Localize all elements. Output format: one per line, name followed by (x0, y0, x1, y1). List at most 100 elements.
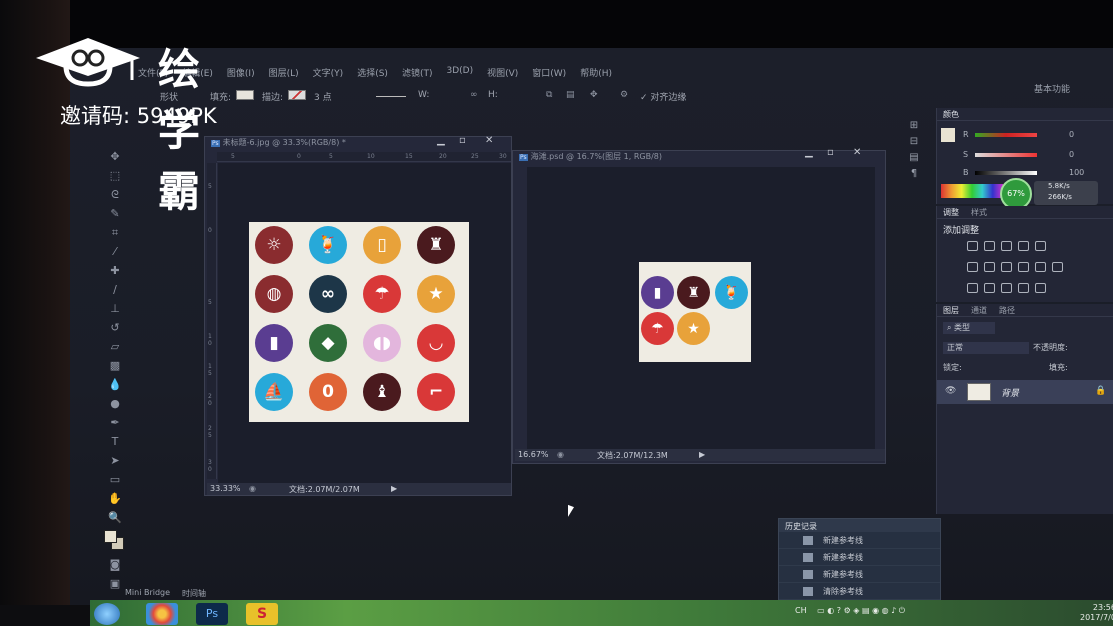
path-arrange-icon[interactable]: ✥ (590, 90, 598, 100)
quick-mask-icon[interactable]: ◙ (108, 558, 122, 572)
close-button-2[interactable]: ✕ (853, 147, 861, 158)
menu-3d[interactable]: 3D(D) (446, 66, 473, 82)
eraser-tool-icon[interactable]: ▱ (108, 340, 122, 354)
ime-indicator[interactable]: CH (795, 606, 807, 615)
history-item[interactable]: 新建参考线 (779, 532, 940, 549)
layer-row-background[interactable]: 👁 背景 🔒 (937, 380, 1113, 404)
crop-tool-icon[interactable]: ⌗ (108, 226, 122, 240)
marquee-tool-icon[interactable]: ⬚ (108, 169, 122, 183)
brightness-icon[interactable] (967, 241, 978, 251)
status-menu-icon-2[interactable]: ◉ (557, 450, 564, 459)
artboard-icons[interactable]: ☼ 🍹 ▯ ♜ ◍ ∞ ☂ ★ ▮ ◆ ◖◗ ◡ ⛵ 0 ♝ ⌐ (249, 222, 469, 422)
s-slider[interactable]: S 0 (963, 150, 1083, 160)
gradient-tool-icon[interactable]: ▩ (108, 359, 122, 373)
lasso-tool-icon[interactable]: ᘓ (108, 188, 122, 202)
zoom-level[interactable]: 33.33% (210, 484, 241, 493)
path-ops-icon[interactable]: ⧉ (546, 90, 552, 100)
menu-view[interactable]: 视图(V) (487, 66, 518, 82)
photo-filter-icon[interactable] (1018, 262, 1029, 272)
color-tab[interactable]: 颜色 (943, 109, 959, 120)
shape-tool-icon[interactable]: ▭ (108, 473, 122, 487)
stroke-size-input[interactable]: 3 点 (314, 90, 332, 103)
fg-color-swatch[interactable] (941, 128, 955, 142)
eyedropper-tool-icon[interactable]: ⁄ (108, 245, 122, 259)
gradient-map-icon[interactable] (1018, 283, 1029, 293)
maximize-button[interactable]: ▫ (459, 135, 466, 146)
document-tab-1[interactable]: Ps 未标题-6.jpg @ 33.3%(RGB/8) * (205, 137, 346, 151)
channels-tab[interactable]: 通道 (971, 305, 987, 316)
menu-image[interactable]: 图像(I) (227, 66, 255, 82)
menu-window[interactable]: 窗口(W) (532, 66, 566, 82)
menu-select[interactable]: 选择(S) (357, 66, 388, 82)
type-tool-icon[interactable]: T (108, 435, 122, 449)
timeline-tab[interactable]: 时间轴 (182, 588, 206, 600)
style-tab[interactable]: 样式 (971, 207, 987, 218)
close-button[interactable]: ✕ (485, 135, 493, 146)
adjust-tab[interactable]: 调整 (943, 207, 959, 218)
status-menu-icon[interactable]: ◉ (249, 484, 256, 493)
blend-mode-select[interactable]: 正常 (943, 342, 1029, 354)
exposure-icon[interactable] (1018, 241, 1029, 251)
panel-dock-icon[interactable]: ▤ (907, 150, 921, 166)
dodge-tool-icon[interactable]: ● (108, 397, 122, 411)
foreground-color-swatch[interactable] (104, 530, 117, 543)
color-balance-icon[interactable] (984, 262, 995, 272)
layer-kind-filter[interactable]: ⌕ 类型 (943, 322, 995, 334)
posterize-icon[interactable] (984, 283, 995, 293)
maximize-button-2[interactable]: ▫ (827, 147, 834, 158)
mini-bridge-tab[interactable]: Mini Bridge (125, 588, 170, 600)
fill-swatch[interactable] (236, 90, 254, 100)
healing-tool-icon[interactable]: ✚ (108, 264, 122, 278)
curves-icon[interactable] (1001, 241, 1012, 251)
layer-name[interactable]: 背景 (1001, 386, 1019, 399)
path-select-tool-icon[interactable]: ➤ (108, 454, 122, 468)
channel-mixer-icon[interactable] (1035, 262, 1046, 272)
workspace-switcher[interactable]: 基本功能 (1034, 82, 1070, 95)
color-ramp[interactable] (941, 184, 1003, 198)
menu-layer[interactable]: 图层(L) (269, 66, 299, 82)
bw-icon[interactable] (1001, 262, 1012, 272)
stamp-tool-icon[interactable]: ⊥ (108, 302, 122, 316)
artboard-small[interactable]: ▮ ♜ 🍹 ☂ ★ (639, 262, 751, 362)
zoom-tool-icon[interactable]: 🔍 (108, 511, 122, 525)
panel-dock-icon[interactable]: ¶ (907, 166, 921, 182)
r-value[interactable]: 0 (1069, 130, 1074, 139)
blur-tool-icon[interactable]: 💧 (108, 378, 122, 392)
status-arrow-icon[interactable]: ▶ (391, 484, 397, 493)
zoom-level-2[interactable]: 16.67% (518, 450, 549, 459)
stroke-swatch[interactable] (288, 90, 306, 100)
minimize-button-2[interactable]: ▁ (805, 147, 813, 158)
selective-color-icon[interactable] (1035, 283, 1046, 293)
color-lookup-icon[interactable] (1052, 262, 1063, 272)
hue-sat-icon[interactable] (967, 262, 978, 272)
link-icon[interactable]: ∞ (470, 90, 478, 100)
threshold-icon[interactable] (1001, 283, 1012, 293)
paths-tab[interactable]: 路径 (999, 305, 1015, 316)
status-arrow-icon-2[interactable]: ▶ (699, 450, 705, 459)
minimize-button[interactable]: ▁ (437, 135, 445, 146)
layers-tab[interactable]: 图层 (943, 305, 959, 316)
eye-icon[interactable]: 👁 (945, 386, 956, 396)
brush-tool-icon[interactable]: ∕ (108, 283, 122, 297)
screen-mode-icon[interactable]: ▣ (108, 577, 122, 591)
path-align-icon[interactable]: ▤ (566, 90, 575, 100)
r-slider[interactable]: R 0 (963, 130, 1083, 140)
invert-icon[interactable] (967, 283, 978, 293)
vibrance-icon[interactable] (1035, 241, 1046, 251)
s-value[interactable]: 0 (1069, 150, 1074, 159)
align-edges-checkbox[interactable]: ✓ 对齐边缘 (640, 90, 686, 103)
move-tool-icon[interactable]: ✥ (108, 150, 122, 164)
menu-help[interactable]: 帮助(H) (580, 66, 612, 82)
document-tab-2[interactable]: Ps 海滩.psd @ 16.7%(图层 1, RGB/8) (513, 151, 662, 165)
gear-icon[interactable]: ⚙ (620, 90, 628, 100)
levels-icon[interactable] (984, 241, 995, 251)
history-brush-tool-icon[interactable]: ↺ (108, 321, 122, 335)
b-slider[interactable]: B 100 (963, 168, 1084, 178)
history-item[interactable]: 清除参考线 (779, 583, 940, 600)
history-title[interactable]: 历史记录 (779, 519, 940, 532)
history-item[interactable]: 新建参考线 (779, 549, 940, 566)
color-swatches[interactable] (104, 530, 126, 552)
taskbar-clock[interactable]: 23:56 2017/7/0 (1080, 603, 1113, 623)
quick-select-tool-icon[interactable]: ✎ (108, 207, 122, 221)
history-item[interactable]: 新建参考线 (779, 566, 940, 583)
